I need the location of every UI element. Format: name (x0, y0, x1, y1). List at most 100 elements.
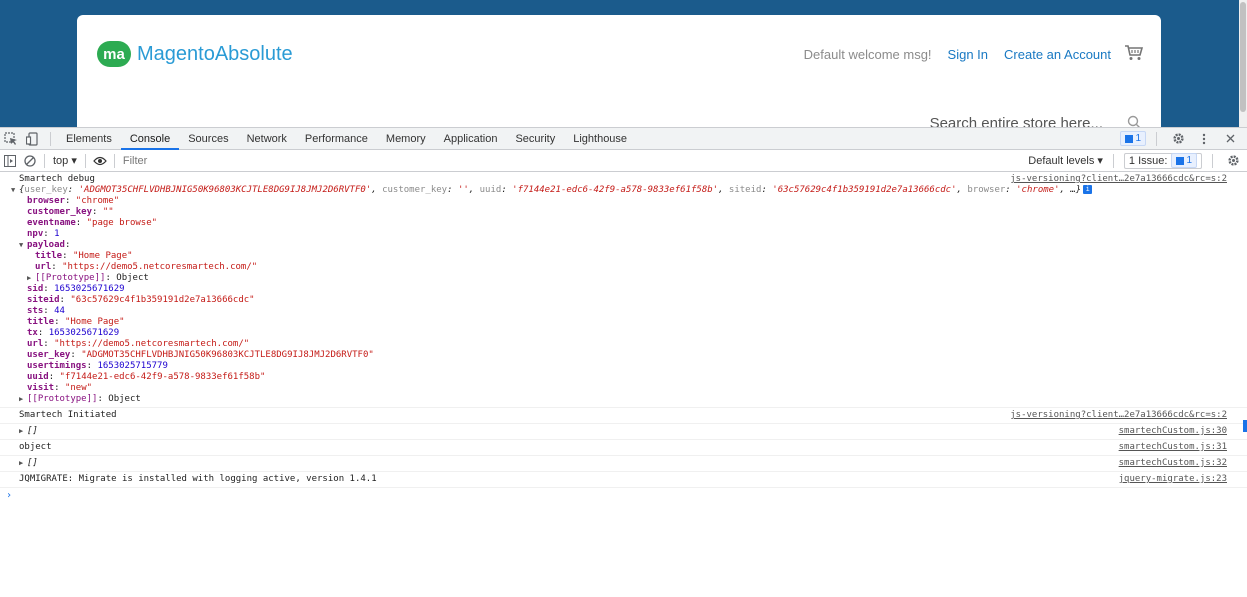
property-row: customer_key: "" (27, 207, 114, 217)
expand-arrow-icon[interactable]: ▼ (11, 185, 19, 196)
property-key: tx (27, 328, 38, 338)
clear-console-icon[interactable] (20, 151, 40, 171)
tab-elements[interactable]: Elements (57, 128, 121, 150)
payload-row[interactable]: ▼ payload: (19, 240, 1247, 251)
source-link[interactable]: jquery-migrate.js:23 (1119, 474, 1227, 485)
create-account-link[interactable]: Create an Account (1004, 47, 1111, 62)
source-link[interactable]: smartechCustom.js:32 (1119, 458, 1227, 469)
property-value: "page browse" (86, 218, 158, 228)
expand-arrow-icon[interactable]: ▶ (19, 426, 27, 437)
object-preview[interactable]: ▼ {user_key: 'ADGMOT35CHFLVDHBJNIG50K9680… (11, 185, 1247, 196)
property-row: browser: "chrome" (27, 196, 120, 206)
property-value: "Home Page" (72, 251, 133, 261)
tab-memory[interactable]: Memory (377, 128, 435, 150)
message-text: [] (27, 458, 38, 468)
expand-arrow-icon[interactable]: ▶ (19, 394, 27, 405)
property-key: title (27, 317, 55, 327)
property-value: 1653025715779 (97, 361, 168, 371)
console-messages: Smartech Initiated js-versioning?client…2… (0, 408, 1247, 488)
property-value: "https://demo5.netcoresmartech.com/" (62, 262, 258, 272)
info-icon[interactable]: i (1083, 185, 1093, 194)
device-toolbar-icon[interactable] (22, 128, 44, 150)
console-settings-gear-icon[interactable] (1223, 151, 1243, 171)
console-toolbar: top ▾ Filter Default levels ▾ 1 Issue: 1 (0, 150, 1247, 172)
property-row: title: "Home Page" (35, 251, 133, 261)
payload-prototype-row[interactable]: ▶ [[Prototype]]: Object (27, 273, 1247, 284)
expand-arrow-icon[interactable]: ▶ (19, 458, 27, 469)
tab-security[interactable]: Security (506, 128, 564, 150)
source-link[interactable]: smartechCustom.js:30 (1119, 426, 1227, 437)
source-link[interactable]: js-versioning?client…2e7a13666cdc&rc=s:2 (1010, 410, 1227, 421)
console-message: Smartech Initiated js-versioning?client…2… (0, 408, 1247, 424)
property-value: "chrome" (75, 196, 120, 206)
property-row: sts: 44 (27, 306, 65, 316)
tab-performance[interactable]: Performance (296, 128, 377, 150)
property-value: "f7144e21-edc6-42f9-a578-9833ef61f58b" (59, 372, 266, 382)
property-key: sid (27, 284, 44, 294)
message-text-row[interactable]: ▶[] (19, 426, 1247, 437)
console-output: Smartech debug js-versioning?client…2e7a… (0, 172, 1247, 597)
property-key: uuid (27, 372, 49, 382)
messages-count: 1 (1135, 133, 1141, 144)
source-link[interactable]: smartechCustom.js:31 (1119, 442, 1227, 453)
sign-in-link[interactable]: Sign In (948, 47, 988, 62)
payload-key: payload (27, 240, 65, 250)
page-scrollbar[interactable] (1239, 0, 1247, 127)
more-options-icon[interactable] (1193, 128, 1215, 150)
property-row: user_key: "ADGMOT35CHFLVDHBJNIG50K96803K… (27, 350, 374, 360)
toolbar-right-controls: Default levels ▾ 1 Issue: 1 (1028, 151, 1247, 171)
property-key: url (27, 339, 44, 349)
search-icon[interactable] (1127, 115, 1141, 127)
property-key: customer_key (27, 207, 93, 217)
expand-arrow-icon[interactable]: ▼ (19, 240, 27, 251)
property-row: siteid: "63c57629c4f1b359191d2e7a13666cd… (27, 295, 255, 305)
site-search-input[interactable]: Search entire store here... (930, 115, 1103, 127)
tab-network[interactable]: Network (238, 128, 296, 150)
show-sidebar-icon[interactable] (0, 151, 20, 171)
property-row: eventname: "page browse" (27, 218, 158, 228)
object-properties-2: sid: 1653025671629 siteid: "63c57629c4f1b… (19, 284, 1247, 394)
message-text: [] (27, 426, 38, 436)
site-logo[interactable]: ma MagentoAbsolute (97, 37, 293, 71)
message-text: JQMIGRATE: Migrate is installed with log… (19, 474, 377, 484)
settings-gear-icon[interactable] (1167, 128, 1189, 150)
expand-arrow-icon[interactable]: ▶ (27, 273, 35, 284)
root-prototype-row[interactable]: ▶ [[Prototype]]: Object (19, 394, 1247, 405)
property-row: sid: 1653025671629 (27, 284, 125, 294)
log-levels-dropdown[interactable]: Default levels ▾ (1028, 154, 1103, 167)
property-row: url: "https://demo5.netcoresmartech.com/… (27, 339, 250, 349)
message-text-row[interactable]: ▶[] (19, 458, 1247, 469)
logo-name: MagentoAbsolute (137, 42, 293, 65)
website-viewport: ma MagentoAbsolute Default welcome msg! … (0, 0, 1247, 127)
property-row: usertimings: 1653025715779 (27, 361, 168, 371)
toolbar-divider (44, 153, 45, 168)
property-key: title (35, 251, 63, 261)
property-key: visit (27, 383, 55, 393)
live-expression-eye-icon[interactable] (90, 151, 110, 171)
prototype-key: [[Prototype]] (35, 273, 106, 283)
tab-application[interactable]: Application (435, 128, 507, 150)
issues-button[interactable]: 1 Issue: 1 (1123, 152, 1202, 169)
source-link[interactable]: js-versioning?client…2e7a13666cdc&rc=s:2 (1010, 174, 1227, 185)
messages-badge[interactable]: 1 (1120, 131, 1146, 146)
scrollbar-thumb[interactable] (1240, 2, 1246, 112)
payload-property: ▼ payload: title: "Home Page" url: "https:… (19, 240, 1247, 284)
console-message: object smartechCustom.js:31 (0, 440, 1247, 456)
property-key: url (35, 262, 52, 272)
inspect-element-icon[interactable] (0, 128, 22, 150)
toolbar-divider (50, 131, 51, 146)
payload-properties: title: "Home Page" url: "https://demo5.ne… (27, 251, 1247, 273)
close-devtools-icon[interactable] (1219, 128, 1241, 150)
toolbar-divider (1212, 153, 1213, 168)
tab-console[interactable]: Console (120, 128, 180, 150)
context-selector[interactable]: top ▾ (49, 154, 81, 167)
cart-icon[interactable] (1125, 45, 1143, 61)
issue-icon (1176, 156, 1185, 165)
tab-sources[interactable]: Sources (179, 128, 237, 150)
filter-input[interactable]: Filter (119, 155, 147, 167)
property-value: "ADGMOT35CHFLVDHBJNIG50K96803KCJTLE8DG9I… (81, 350, 374, 360)
console-prompt[interactable]: › (0, 488, 1247, 501)
tab-lighthouse[interactable]: Lighthouse (564, 128, 636, 150)
devtools-tabbar: Elements Console Sources Network Perform… (0, 127, 1247, 150)
property-value: 1653025671629 (54, 284, 125, 294)
